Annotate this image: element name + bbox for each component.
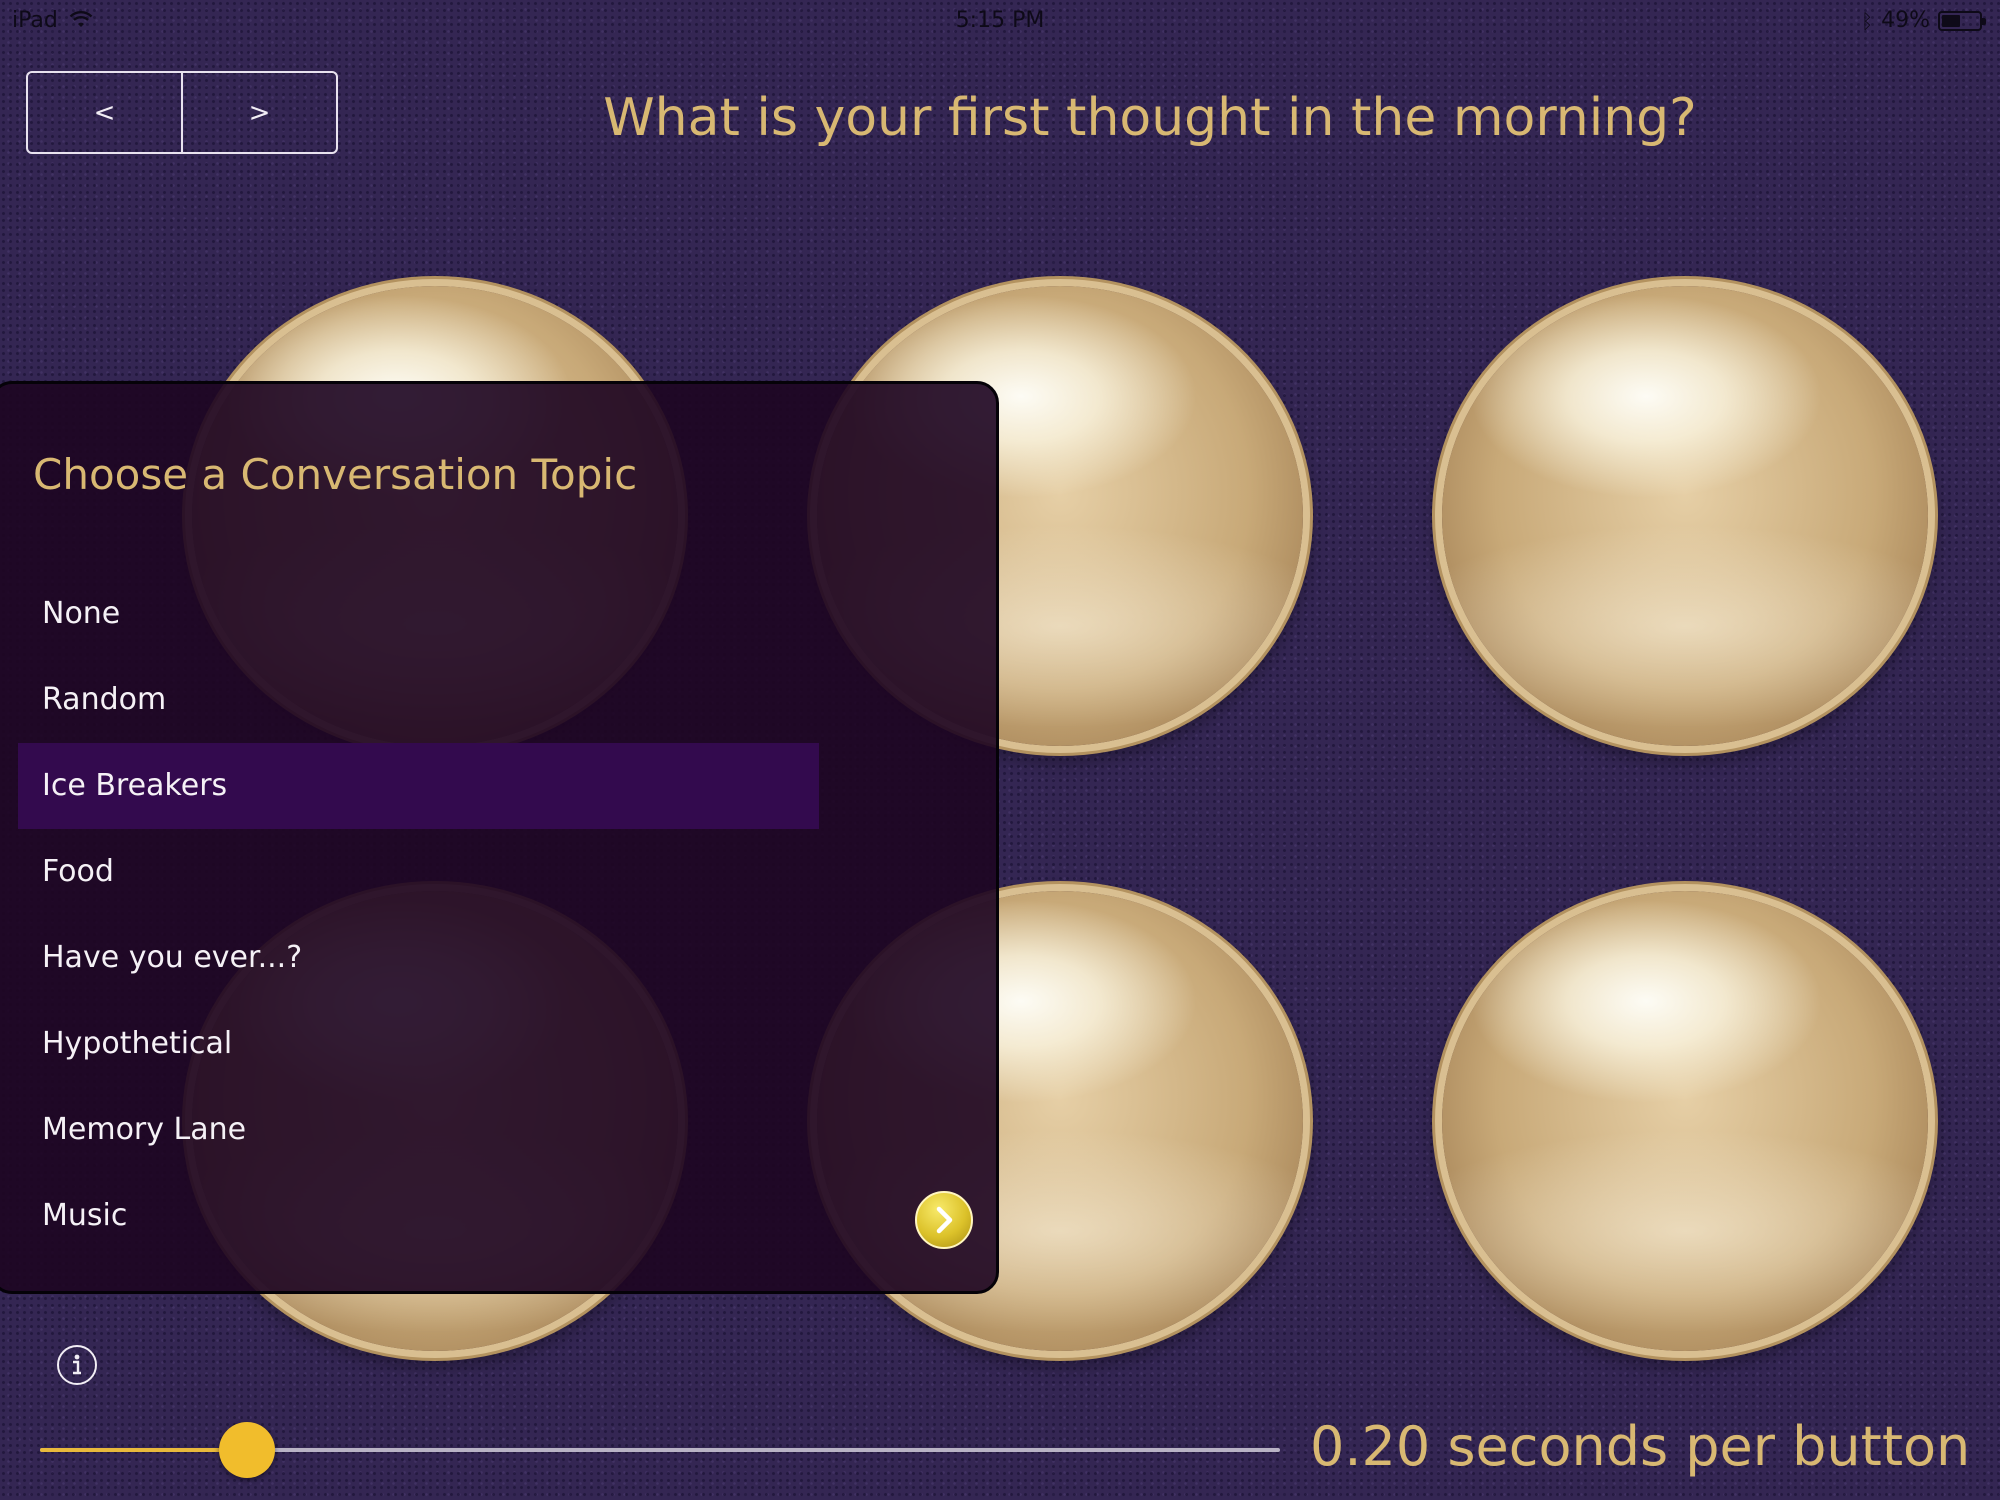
battery-nub [1982,17,1986,25]
speed-label: 0.20 seconds per button [1310,1415,1971,1478]
panel-title: Choose a Conversation Topic [33,450,638,499]
topic-item[interactable]: Ice Breakers [18,743,819,829]
status-right: ᛒ 49% [1861,8,1986,33]
question-text: What is your first thought in the mornin… [603,88,1697,148]
topic-item[interactable]: Have you ever...? [18,915,819,1001]
topic-list: None Random Ice Breakers Food Have you ever.… [18,571,819,1259]
orb-button-6[interactable] [1442,891,1928,1351]
info-button[interactable] [57,1345,97,1385]
topic-item[interactable]: Hypothetical [18,1001,819,1087]
question-nav: < > [26,71,338,154]
orb-button-3[interactable] [1442,286,1928,746]
info-icon [73,1354,81,1375]
topic-item[interactable]: Random [18,657,819,743]
chevron-right-icon [936,1206,953,1234]
topic-item[interactable]: Food [18,829,819,915]
previous-question-button[interactable]: < [28,73,181,152]
topic-item[interactable]: Music [18,1173,819,1259]
panel-go-button[interactable] [915,1191,973,1249]
slider-fill [40,1448,247,1452]
bluetooth-icon: ᛒ [1861,8,1874,33]
battery-percent: 49% [1881,8,1930,33]
battery-fill [1942,14,1960,27]
topic-panel: Choose a Conversation Topic None Random Ic… [0,381,999,1294]
topic-item[interactable]: Memory Lane [18,1087,819,1173]
battery-icon [1938,10,1986,31]
status-bar: iPad 5:15 PM ᛒ 49% [0,0,2000,40]
speed-slider[interactable] [40,1420,1280,1480]
slider-thumb[interactable] [218,1422,275,1478]
topic-item[interactable]: None [18,571,819,657]
status-time: 5:15 PM [955,8,1045,33]
next-question-button[interactable]: > [181,73,336,152]
